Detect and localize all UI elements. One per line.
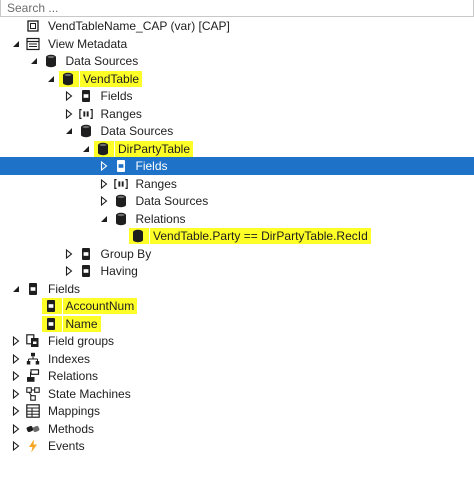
tree-node-state-machines[interactable]: State Machines xyxy=(0,385,474,403)
tree-node-view-metadata[interactable]: View Metadata xyxy=(0,35,474,53)
tree-node-label: VendTable xyxy=(80,70,143,87)
tree-node-mappings[interactable]: Mappings xyxy=(0,402,474,420)
field-icon xyxy=(114,159,128,173)
fieldgroup-icon xyxy=(26,334,40,348)
tree-node-label: AccountNum xyxy=(62,298,138,314)
tree-node-data-sources[interactable]: Data Sources xyxy=(0,122,474,140)
search-box[interactable] xyxy=(0,0,474,17)
tree-node-ranges[interactable]: Ranges xyxy=(0,105,474,123)
tree-node-fields[interactable]: Fields xyxy=(0,157,474,175)
event-icon xyxy=(26,439,40,453)
tree-node-label: Having xyxy=(100,264,138,278)
tree-node-label: Indexes xyxy=(48,351,91,366)
field-icon xyxy=(26,282,40,296)
datasource-icon xyxy=(114,212,128,226)
tree-node-field-groups[interactable]: Field groups xyxy=(0,332,474,350)
tree-node-label: Name xyxy=(62,315,101,332)
view-icon xyxy=(26,19,40,33)
tree-node-fields[interactable]: Fields xyxy=(0,280,474,298)
field-icon xyxy=(44,299,58,313)
collapsed-arrow-icon[interactable] xyxy=(11,423,21,434)
expanded-arrow-icon[interactable] xyxy=(64,126,74,136)
collapsed-arrow-icon[interactable] xyxy=(64,108,74,119)
tree-node-name[interactable]: Name xyxy=(0,315,474,333)
relations-icon xyxy=(26,369,40,383)
tree-node-label: Data Sources xyxy=(100,124,174,138)
tree-node-label: Methods xyxy=(48,421,95,436)
metadata-icon xyxy=(26,37,40,51)
expanded-arrow-icon[interactable] xyxy=(46,74,56,84)
tree-node-vendtable-party-dirpartytable-recid[interactable]: VendTable.Party == DirPartyTable.RecId xyxy=(0,227,474,245)
tree-node-label: Ranges xyxy=(100,106,142,121)
tree-node-label: Fields xyxy=(48,281,81,296)
tree-node-label: Field groups xyxy=(48,334,115,348)
tree-node-label: Fields xyxy=(135,159,168,173)
expanded-arrow-icon[interactable] xyxy=(99,214,109,224)
expanded-arrow-icon[interactable] xyxy=(11,284,21,294)
tree-node-data-sources[interactable]: Data Sources xyxy=(0,52,474,70)
tree-node-relations[interactable]: Relations xyxy=(0,210,474,228)
tree-node-methods[interactable]: Methods xyxy=(0,420,474,438)
method-icon xyxy=(26,422,40,436)
tree-node-group-by[interactable]: Group By xyxy=(0,245,474,263)
expanded-arrow-icon[interactable] xyxy=(29,56,39,66)
collapsed-arrow-icon[interactable] xyxy=(11,371,21,381)
tree-node-label: State Machines xyxy=(48,386,131,401)
tree-node-data-sources[interactable]: Data Sources xyxy=(0,192,474,210)
collapsed-arrow-icon[interactable] xyxy=(64,248,74,259)
tree-node-label: VendTable.Party == DirPartyTable.RecId xyxy=(150,228,371,244)
tree-node-label: Mappings xyxy=(48,404,101,418)
tree-node-accountnum[interactable]: AccountNum xyxy=(0,297,474,315)
tree-node-ranges[interactable]: Ranges xyxy=(0,175,474,193)
datasource-icon xyxy=(61,72,75,86)
field-icon xyxy=(79,89,93,103)
tree-node-vendtablename-cap-var-cap[interactable]: VendTableName_CAP (var) [CAP] xyxy=(0,17,474,35)
tree-node-label: Fields xyxy=(100,89,133,103)
tree-node-label: View Metadata xyxy=(48,36,128,51)
tree-node-vendtable[interactable]: VendTable xyxy=(0,70,474,88)
field-icon xyxy=(79,247,93,261)
range-icon xyxy=(113,177,128,191)
datasource-icon xyxy=(79,124,93,138)
tree-node-label: DirPartyTable xyxy=(115,140,194,157)
datasource-icon xyxy=(114,194,128,208)
tree-node-label: Events xyxy=(48,439,85,453)
tree-node-fields[interactable]: Fields xyxy=(0,87,474,105)
relation-icon xyxy=(131,229,145,243)
datasource-icon xyxy=(44,54,58,68)
tree-node-label: Relations xyxy=(48,369,99,383)
tree-node-label: Relations xyxy=(135,211,186,226)
search-input[interactable] xyxy=(1,0,473,16)
collapsed-arrow-icon[interactable] xyxy=(11,336,21,346)
range-icon xyxy=(78,107,93,121)
tree-node-label: Group By xyxy=(100,246,152,261)
collapsed-arrow-icon[interactable] xyxy=(64,266,74,276)
tree-node-events[interactable]: Events xyxy=(0,437,474,455)
tree-node-having[interactable]: Having xyxy=(0,262,474,280)
tree-node-label: Ranges xyxy=(135,176,177,191)
expanded-arrow-icon[interactable] xyxy=(81,144,91,154)
collapsed-arrow-icon[interactable] xyxy=(99,196,109,206)
tree-node-indexes[interactable]: Indexes xyxy=(0,350,474,368)
collapsed-arrow-icon[interactable] xyxy=(64,91,74,101)
collapsed-arrow-icon[interactable] xyxy=(99,178,109,189)
datasource-icon xyxy=(96,142,110,156)
tree-node-dirpartytable[interactable]: DirPartyTable xyxy=(0,140,474,158)
collapsed-arrow-icon[interactable] xyxy=(11,353,21,364)
expanded-arrow-icon[interactable] xyxy=(11,39,21,49)
tree-node-label: Data Sources xyxy=(65,54,139,68)
tree-node-label: Data Sources xyxy=(135,194,209,208)
index-icon xyxy=(26,352,40,366)
tree-node-relations[interactable]: Relations xyxy=(0,367,474,385)
collapsed-arrow-icon[interactable] xyxy=(99,161,109,171)
collapsed-arrow-icon[interactable] xyxy=(11,388,21,399)
collapsed-arrow-icon[interactable] xyxy=(11,441,21,451)
collapsed-arrow-icon[interactable] xyxy=(11,406,21,416)
field-icon xyxy=(44,317,58,331)
tree-node-label: VendTableName_CAP (var) [CAP] xyxy=(48,19,230,33)
statemachine-icon xyxy=(26,386,40,401)
mapping-icon xyxy=(26,404,40,418)
field-icon xyxy=(79,264,93,278)
